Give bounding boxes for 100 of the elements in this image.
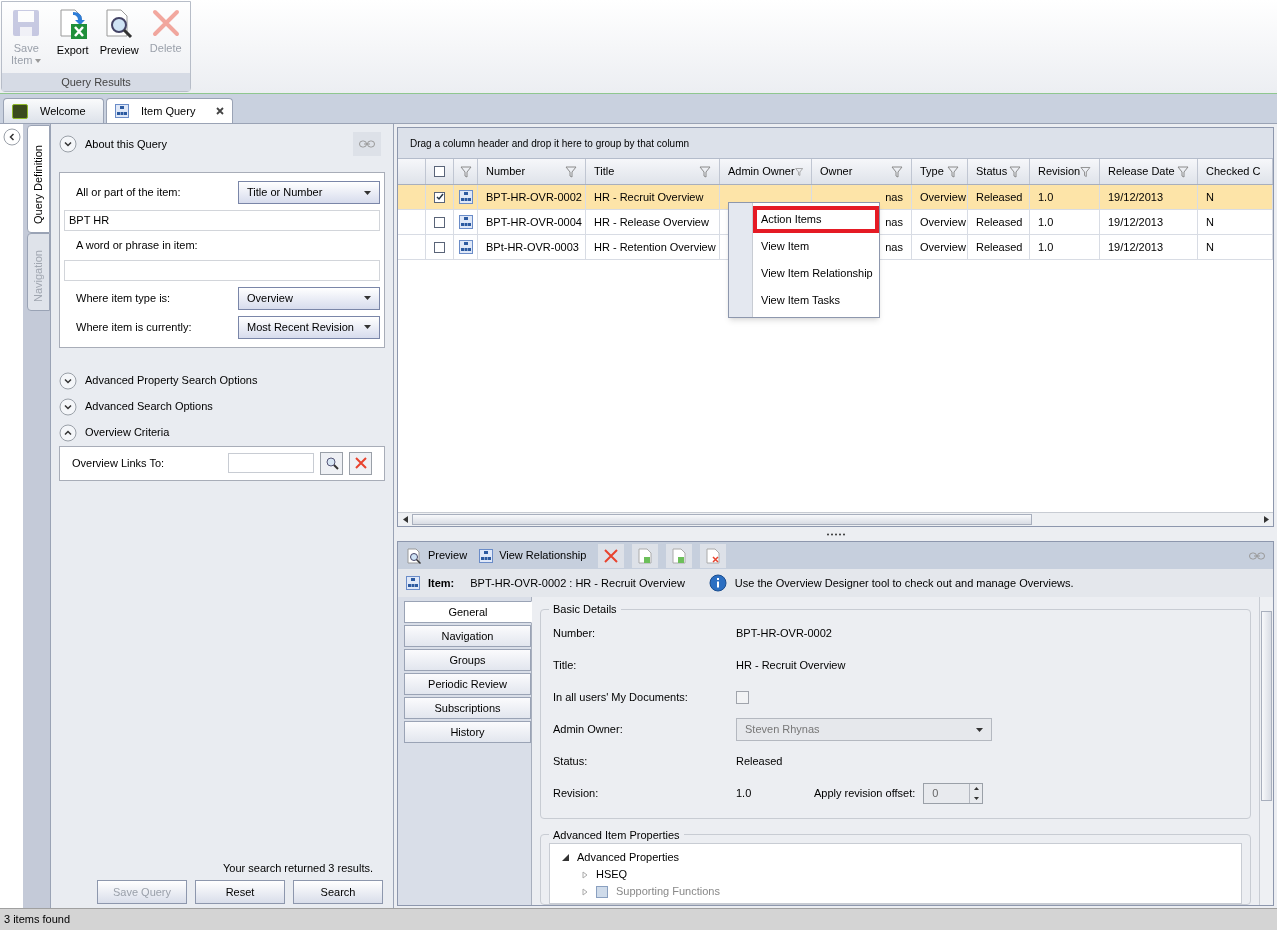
caret-icon (364, 296, 371, 300)
link-icon[interactable] (1249, 551, 1265, 560)
side-tab[interactable]: Subscriptions (404, 697, 531, 719)
table-cell-text: Overview (920, 189, 966, 205)
checkbox[interactable] (434, 191, 445, 203)
table-cell-text: HR - Release Overview (594, 214, 709, 230)
expand-chevron-icon[interactable] (59, 397, 77, 416)
text-field[interactable] (64, 259, 380, 281)
filter-icon[interactable] (699, 165, 711, 178)
expand-triangle-icon[interactable] (582, 870, 588, 879)
checkbox[interactable] (434, 216, 445, 228)
menu-item[interactable]: View Item (753, 233, 879, 260)
property-label: In all users' My Documents: (552, 690, 689, 706)
section-title[interactable]: Overview Criteria (85, 424, 170, 441)
side-tab[interactable]: Groups (404, 649, 531, 671)
group-title: Advanced Item Properties (552, 827, 681, 843)
filter-icon[interactable] (565, 165, 577, 178)
toolbar-button[interactable]: Preview (406, 547, 468, 564)
tree-item[interactable]: Supporting Functions (616, 883, 720, 900)
table-cell-text: N (1206, 214, 1214, 230)
menu-item[interactable]: View Item Tasks (753, 287, 879, 314)
vertical-scrollbar-thumb[interactable] (1261, 611, 1272, 801)
toolbar-button[interactable] (632, 543, 659, 568)
dropdown[interactable]: Most Recent Revision (238, 315, 380, 339)
delete-button[interactable] (598, 543, 625, 568)
dropdown[interactable]: Title or Number (238, 181, 380, 204)
dropdown[interactable]: Overview (238, 286, 380, 310)
column-header[interactable]: Number (478, 159, 586, 184)
filter-icon[interactable] (1009, 165, 1021, 178)
column-header[interactable]: Owner (812, 159, 912, 184)
decrement-icon[interactable] (973, 796, 979, 800)
section-title[interactable]: Advanced Property Search Options (85, 372, 258, 389)
section-title[interactable]: Advanced Search Options (85, 398, 213, 415)
toolbar-button[interactable] (666, 543, 693, 568)
check-in-document-icon (638, 547, 653, 564)
collapse-triangle-icon[interactable] (562, 853, 569, 861)
increment-icon[interactable] (973, 787, 979, 791)
table-cell-text: BPt-HR-OVR-0003 (486, 239, 579, 255)
collapse-panel-icon[interactable] (2, 128, 21, 146)
filter-icon[interactable] (459, 165, 472, 178)
action-button[interactable]: Reset (195, 880, 285, 904)
side-tab[interactable]: Navigation (404, 625, 531, 647)
side-tab[interactable]: History (404, 721, 531, 743)
action-button[interactable]: Search (293, 880, 383, 904)
clear-button[interactable] (349, 451, 372, 475)
column-header[interactable]: Admin Owner (720, 159, 812, 184)
expand-chevron-icon[interactable] (59, 371, 77, 390)
section-title: About this Query (85, 136, 167, 152)
table-cell-text: 19/12/2013 (1108, 189, 1164, 205)
ribbon-button[interactable]: Preview (99, 8, 140, 56)
caret-icon (976, 727, 983, 732)
document-tab[interactable]: Welcome (3, 98, 104, 123)
link-icon[interactable] (359, 140, 375, 148)
number-spinner[interactable]: 0 (923, 783, 984, 804)
filter-icon[interactable] (891, 165, 903, 178)
filter-icon[interactable] (947, 165, 959, 178)
checkbox[interactable] (434, 166, 445, 177)
column-header[interactable]: Type (912, 159, 968, 184)
vertical-tab[interactable]: Query Definition (27, 125, 50, 233)
column-header[interactable]: Revision (1030, 159, 1100, 184)
tree-checkbox[interactable] (596, 885, 608, 898)
table-cell-text: N (1206, 239, 1214, 255)
expand-chevron-icon[interactable] (59, 135, 77, 153)
dropdown[interactable]: Steven Rhynas (736, 718, 992, 741)
column-header[interactable]: Release Date (1100, 159, 1198, 184)
table-cell-text: BPT-HR-OVR-0004 (486, 214, 582, 230)
toolbar-button[interactable] (700, 543, 727, 568)
toolbar-button[interactable]: View Relationship (479, 547, 587, 564)
tree-item[interactable]: Advanced Properties (577, 848, 680, 866)
splitter-grip-icon[interactable] (825, 532, 846, 536)
caret-icon (364, 325, 371, 329)
text-field[interactable]: BPT HR (64, 210, 380, 231)
filter-icon[interactable] (1080, 165, 1091, 178)
field-label: A word or phrase in item: (75, 238, 199, 253)
menu-item[interactable]: View Item Relationship (753, 260, 879, 287)
checkbox[interactable] (736, 691, 749, 704)
collapse-chevron-icon[interactable] (59, 423, 77, 442)
ribbon-button[interactable]: Export (52, 8, 93, 56)
document-tab[interactable]: Item Query (106, 98, 233, 123)
query-grid-icon (115, 104, 129, 118)
filter-icon[interactable] (1177, 165, 1189, 178)
side-tab[interactable]: Periodic Review (404, 673, 531, 695)
column-header[interactable]: Title (586, 159, 720, 184)
filter-icon[interactable] (794, 165, 803, 178)
side-tab[interactable]: General (404, 601, 532, 623)
column-header[interactable]: Status (968, 159, 1030, 184)
menu-item[interactable]: Action Items (753, 206, 879, 233)
close-icon[interactable] (216, 107, 224, 115)
lookup-button[interactable] (320, 451, 343, 475)
horizontal-scrollbar-thumb[interactable] (412, 514, 1032, 525)
link-button[interactable] (353, 132, 381, 156)
check-out-document-icon (672, 547, 687, 564)
table-cell-text: 1.0 (1038, 239, 1054, 255)
table-row[interactable]: BPT-HR-OVR-0002 HR - Recruit Overview nas Overview Released 1.0 19/12/2013 N (398, 185, 1273, 210)
expand-triangle-icon[interactable] (582, 887, 588, 896)
link-field[interactable] (228, 453, 314, 473)
checkbox[interactable] (434, 241, 445, 253)
tree-item[interactable]: HSEQ (596, 866, 628, 883)
column-header[interactable]: Checked C (1198, 159, 1273, 184)
table-cell-text: Released (976, 214, 1023, 230)
